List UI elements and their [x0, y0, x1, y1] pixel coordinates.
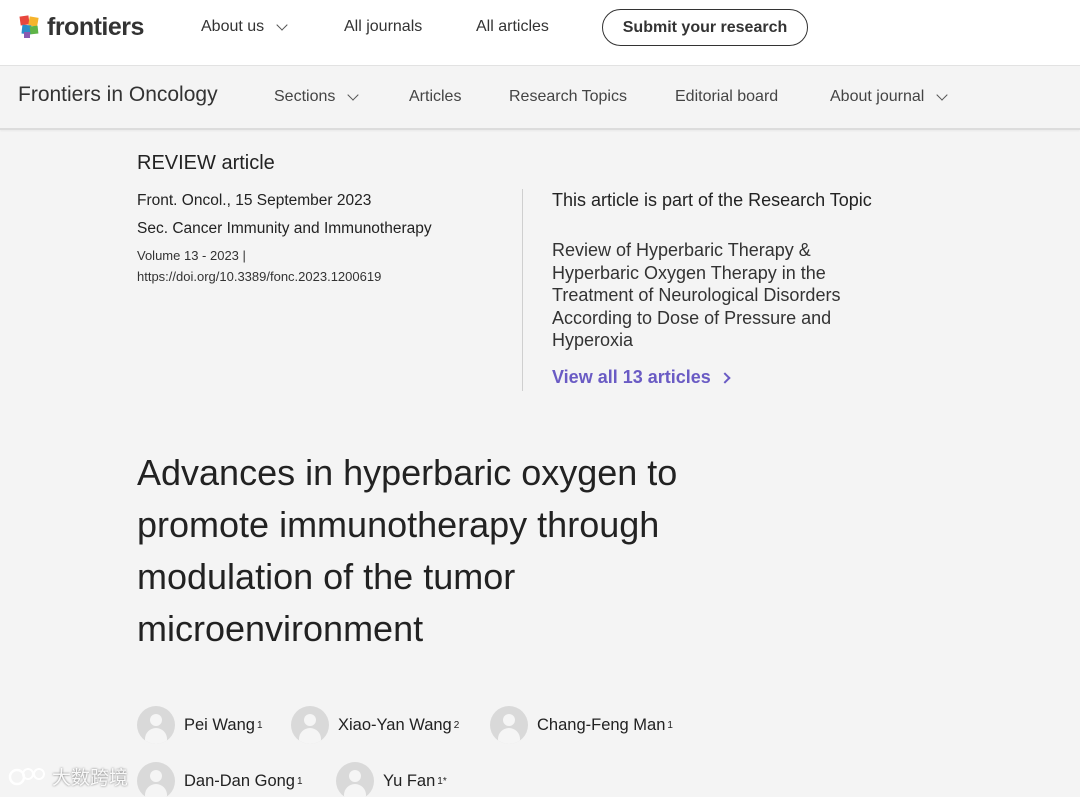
- journal-nav-articles-label: Articles: [409, 88, 462, 105]
- watermark-logo-icon: [8, 767, 45, 785]
- author-name: Chang-Feng Man: [537, 715, 666, 734]
- logo-text: frontiers: [47, 12, 144, 41]
- journal-nav-editorial-board[interactable]: Editorial board: [675, 88, 778, 106]
- author-affiliation: 1: [296, 775, 303, 787]
- author-affiliation: 1*: [437, 775, 447, 787]
- author-item[interactable]: Chang-Feng Man 1: [490, 706, 673, 744]
- doi-link[interactable]: https://doi.org/10.3389/fonc.2023.120061…: [137, 269, 381, 284]
- volume-info: Volume 13 - 2023 |: [137, 248, 246, 263]
- author-item[interactable]: Xiao-Yan Wang 2: [291, 706, 459, 744]
- journal-nav-about-journal[interactable]: About journal: [830, 88, 948, 106]
- journal-nav-research-topics[interactable]: Research Topics: [509, 88, 627, 106]
- avatar: [490, 706, 528, 744]
- author-item[interactable]: Pei Wang 1: [137, 706, 263, 744]
- frontiers-logo[interactable]: frontiers: [18, 13, 144, 41]
- journal-nav-articles[interactable]: Articles: [409, 88, 461, 106]
- avatar: [137, 762, 175, 797]
- site-header: frontiers About us All journals All arti…: [0, 0, 1080, 66]
- journal-header: Frontiers in Oncology Sections Articles …: [0, 66, 1080, 130]
- chevron-down-icon: [347, 88, 360, 101]
- article-title: Advances in hyperbaric oxygen to promote…: [137, 452, 678, 649]
- nav-about-us[interactable]: About us: [201, 18, 288, 36]
- author-affiliation: 1: [256, 719, 263, 731]
- nav-all-articles[interactable]: All articles: [476, 18, 549, 36]
- journal-nav-sections[interactable]: Sections: [274, 88, 360, 106]
- journal-date: Front. Oncol., 15 September 2023: [137, 192, 372, 209]
- research-topic-heading: This article is part of the Research Top…: [552, 190, 872, 210]
- author-name: Xiao-Yan Wang: [338, 715, 452, 734]
- author-affiliation: 1: [667, 719, 673, 731]
- avatar: [336, 762, 374, 797]
- journal-nav-about-journal-label: About journal: [830, 88, 925, 105]
- chevron-down-icon: [936, 88, 948, 101]
- watermark-text: 大数跨境: [52, 768, 129, 789]
- research-topic-name[interactable]: Review of Hyperbaric Therapy & Hyperbari…: [552, 239, 882, 352]
- author-name: Dan-Dan Gong: [184, 771, 295, 790]
- avatar: [291, 706, 329, 744]
- nav-about-us-label: About us: [201, 18, 265, 35]
- frontiers-logo-icon: [19, 15, 39, 38]
- nav-all-journals[interactable]: All journals: [344, 18, 422, 36]
- journal-nav-research-topics-label: Research Topics: [509, 88, 627, 105]
- author-name: Yu Fan: [383, 771, 436, 790]
- chevron-right-icon: [719, 371, 731, 384]
- watermark: 大数跨境: [8, 763, 128, 790]
- article-type: REVIEW article: [137, 152, 275, 174]
- author-affiliation: 2: [453, 719, 460, 731]
- journal-title[interactable]: Frontiers in Oncology: [18, 83, 218, 107]
- nav-all-articles-label: All articles: [476, 18, 549, 35]
- journal-nav-sections-label: Sections: [274, 88, 336, 105]
- divider: [522, 189, 523, 391]
- view-all-articles-link[interactable]: View all 13 articles: [552, 367, 731, 388]
- nav-all-journals-label: All journals: [344, 18, 423, 35]
- chevron-down-icon: [276, 18, 288, 31]
- view-all-articles-label: View all 13 articles: [552, 367, 711, 387]
- submit-research-button[interactable]: Submit your research: [602, 9, 808, 46]
- article-section[interactable]: Sec. Cancer Immunity and Immunotherapy: [137, 220, 432, 238]
- author-item[interactable]: Dan-Dan Gong 1: [137, 762, 303, 797]
- avatar: [137, 706, 175, 744]
- author-name: Pei Wang: [184, 715, 255, 734]
- journal-nav-editorial-board-label: Editorial board: [675, 88, 779, 105]
- author-item[interactable]: Yu Fan 1*: [336, 762, 447, 797]
